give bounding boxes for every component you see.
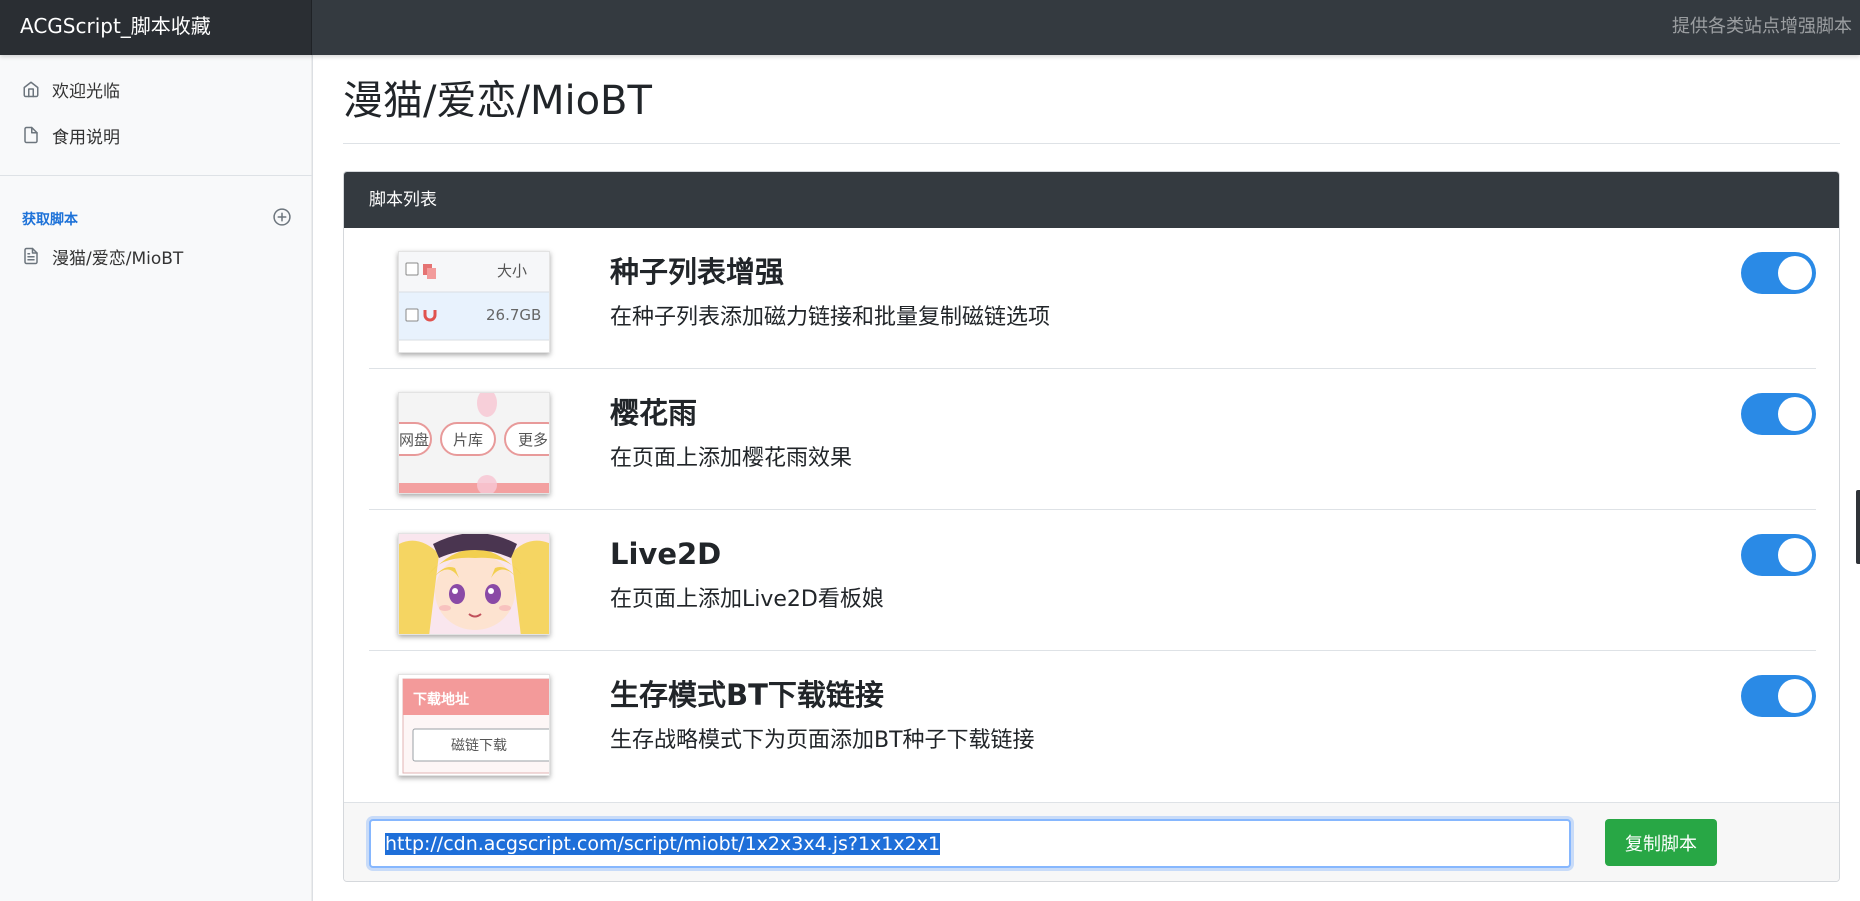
page-title: 漫猫/爱恋/MioBT <box>343 78 652 124</box>
thumb-tab-label: 更多 <box>518 431 548 449</box>
file-icon <box>22 126 40 144</box>
script-thumbnail: 网盘 片库 更多 <box>398 392 550 494</box>
script-list-card: 脚本列表 大小 26.7GB 种子列表增强 在种子列表添加磁力链接和批量复制磁链… <box>343 171 1840 882</box>
title-divider <box>343 143 1840 144</box>
sidebar: 欢迎光临 食用说明 获取脚本 漫猫/爱恋/MioBT <box>0 55 313 901</box>
script-name: 生存模式BT下载链接 <box>610 678 884 712</box>
file-text-icon <box>22 247 40 265</box>
script-description: 生存战略模式下为页面添加BT种子下载链接 <box>610 728 1035 753</box>
script-description: 在种子列表添加磁力链接和批量复制磁链选项 <box>610 305 1051 330</box>
script-row: 大小 26.7GB 种子列表增强 在种子列表添加磁力链接和批量复制磁链选项 <box>369 228 1816 369</box>
site-tagline: 提供各类站点增强脚本 <box>1672 16 1852 37</box>
sidebar-item-label: 食用说明 <box>52 127 120 148</box>
toggle-knob <box>1778 679 1812 713</box>
thumb-tab-label: 网盘 <box>399 431 429 449</box>
card-footer: 复制脚本 <box>344 802 1839 881</box>
copy-script-button[interactable]: 复制脚本 <box>1605 819 1717 866</box>
script-row: 网盘 片库 更多 樱花雨 在页面上添加樱花雨效果 <box>369 369 1816 510</box>
script-name: Live2D <box>610 537 722 571</box>
thumb-tab-label: 片库 <box>453 431 483 449</box>
script-url-input[interactable] <box>369 819 1571 868</box>
sidebar-section-heading: 获取脚本 <box>22 212 78 228</box>
script-thumbnail: 大小 26.7GB <box>398 251 550 353</box>
thumb-size-header: 大小 <box>497 262 527 280</box>
top-navbar: ACGScript_脚本收藏 提供各类站点增强脚本 <box>0 0 1860 55</box>
script-description: 在页面上添加樱花雨效果 <box>610 446 853 471</box>
script-thumbnail: 下载地址 磁链下载 <box>398 674 550 776</box>
sidebar-item-label: 漫猫/爱恋/MioBT <box>52 248 184 269</box>
script-thumbnail <box>398 533 550 635</box>
thumb-button-label: 磁链下载 <box>451 738 507 754</box>
script-row: Live2D 在页面上添加Live2D看板娘 <box>369 510 1816 651</box>
script-row: 下载地址 磁链下载 生存模式BT下载链接 生存战略模式下为页面添加BT种子下载链… <box>369 651 1816 792</box>
sidebar-divider <box>0 175 312 176</box>
script-toggle[interactable] <box>1741 675 1816 717</box>
plus-circle-icon[interactable] <box>272 207 292 227</box>
sidebar-item-welcome[interactable]: 欢迎光临 <box>0 72 312 106</box>
card-header: 脚本列表 <box>344 172 1839 228</box>
sidebar-item-guide[interactable]: 食用说明 <box>0 118 312 152</box>
script-toggle[interactable] <box>1741 252 1816 294</box>
sidebar-item-miobt[interactable]: 漫猫/爱恋/MioBT <box>0 239 312 273</box>
sidebar-item-label: 欢迎光临 <box>52 81 120 102</box>
toggle-knob <box>1778 397 1812 431</box>
script-name: 樱花雨 <box>610 396 698 430</box>
home-icon <box>22 80 40 98</box>
toggle-knob <box>1778 538 1812 572</box>
thumb-header-label: 下载地址 <box>413 691 469 708</box>
thumb-size-value: 26.7GB <box>486 306 541 324</box>
script-toggle[interactable] <box>1741 393 1816 435</box>
script-name: 种子列表增强 <box>610 255 785 289</box>
scroll-edge-handle[interactable] <box>1856 490 1860 564</box>
script-description: 在页面上添加Live2D看板娘 <box>610 587 884 612</box>
site-brand[interactable]: ACGScript_脚本收藏 <box>0 0 312 55</box>
toggle-knob <box>1778 256 1812 290</box>
script-toggle[interactable] <box>1741 534 1816 576</box>
